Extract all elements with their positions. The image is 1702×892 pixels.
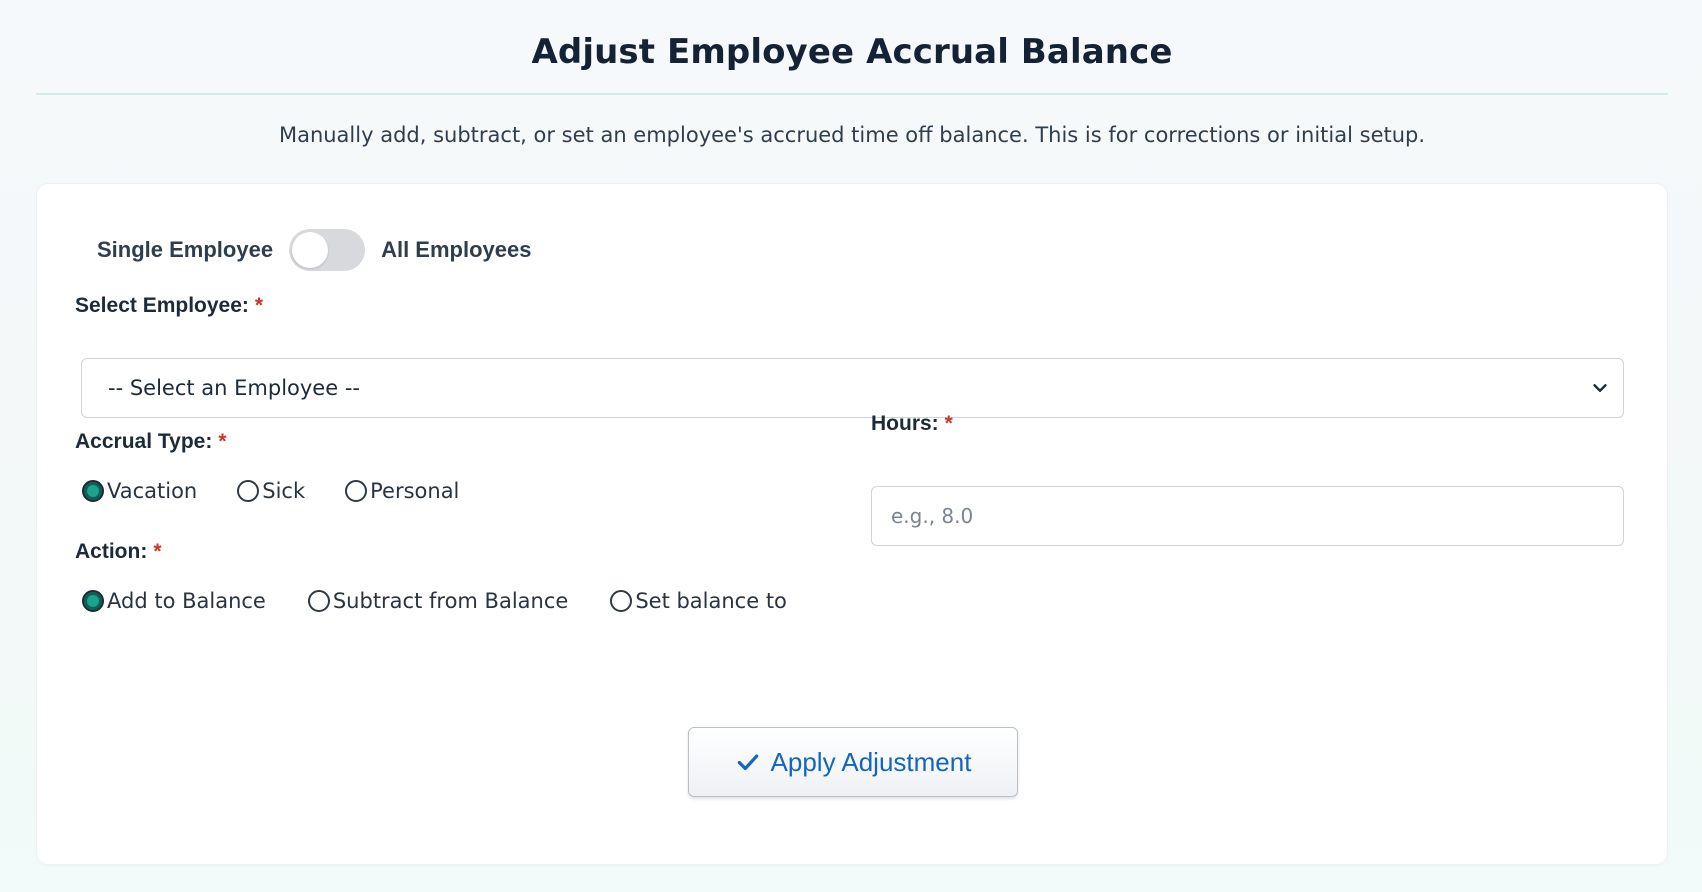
scope-toggle-switch[interactable] xyxy=(289,229,366,271)
radio-button-checked[interactable] xyxy=(82,480,104,502)
adjustment-form-card: Single Employee All Employees Select Emp… xyxy=(36,183,1668,865)
radio-button-checked[interactable] xyxy=(82,590,104,612)
hours-label-text: Hours: xyxy=(871,412,939,435)
title-divider xyxy=(36,93,1668,95)
scope-toggle-row: Single Employee All Employees xyxy=(97,228,531,272)
radio-button[interactable] xyxy=(237,480,260,502)
toggle-knob xyxy=(292,232,329,268)
employee-select-label: Select Employee: * xyxy=(75,294,263,318)
hours-label: Hours: * xyxy=(871,412,953,436)
employee-select-value: -- Select an Employee -- xyxy=(108,376,360,400)
accrual-type-label-text: Accrual Type: xyxy=(75,430,213,453)
employee-select[interactable]: -- Select an Employee -- xyxy=(81,358,1624,418)
radio-label: Sick xyxy=(262,479,306,503)
radio-option-add[interactable]: Add to Balance xyxy=(82,589,266,613)
employee-select-label-text: Select Employee: xyxy=(75,294,249,317)
radio-option-personal[interactable]: Personal xyxy=(345,479,459,503)
apply-adjustment-button[interactable]: Apply Adjustment xyxy=(688,727,1018,797)
hours-input[interactable] xyxy=(871,486,1624,546)
radio-option-subtract[interactable]: Subtract from Balance xyxy=(307,589,569,613)
toggle-label-single: Single Employee xyxy=(97,237,274,262)
accrual-type-radio-group: Vacation Sick Personal xyxy=(82,479,459,503)
radio-label: Set balance to xyxy=(635,589,787,613)
page-title: Adjust Employee Accrual Balance xyxy=(531,32,1173,72)
required-mark: * xyxy=(153,540,162,563)
accrual-type-label: Accrual Type: * xyxy=(75,430,227,454)
radio-label: Subtract from Balance xyxy=(332,589,569,613)
radio-label: Personal xyxy=(370,479,460,503)
page-subtitle: Manually add, subtract, or set an employ… xyxy=(278,123,1426,147)
required-mark: * xyxy=(254,294,264,317)
action-label-text: Action: xyxy=(75,540,148,563)
radio-button[interactable] xyxy=(307,590,330,612)
radio-option-sick[interactable]: Sick xyxy=(237,479,305,503)
radio-button[interactable] xyxy=(345,480,368,502)
action-radio-group: Add to Balance Subtract from Balance Set… xyxy=(82,589,787,613)
required-mark: * xyxy=(218,430,227,453)
radio-option-vacation[interactable]: Vacation xyxy=(82,479,197,503)
chevron-down-icon xyxy=(1593,384,1607,392)
checkmark-icon xyxy=(737,754,758,771)
required-mark: * xyxy=(944,412,953,435)
toggle-label-all: All Employees xyxy=(381,237,532,262)
radio-button[interactable] xyxy=(610,590,633,612)
apply-button-label: Apply Adjustment xyxy=(770,746,972,777)
radio-option-set[interactable]: Set balance to xyxy=(610,589,787,613)
radio-label: Add to Balance xyxy=(107,589,266,613)
action-label: Action: * xyxy=(75,540,162,564)
radio-label: Vacation xyxy=(107,479,198,503)
